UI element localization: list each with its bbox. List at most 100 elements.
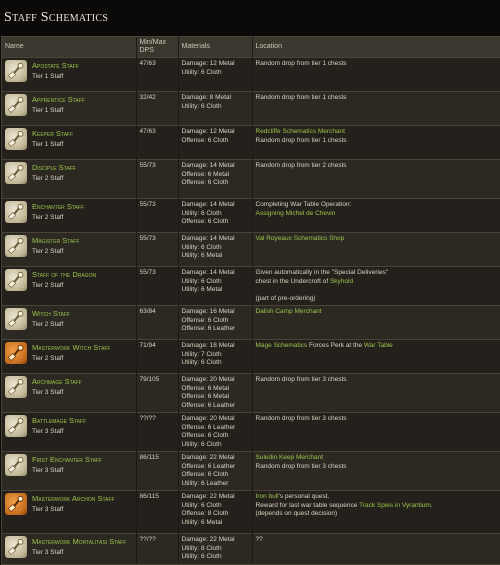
location-line: Given automatically in the "Special Deli… <box>256 269 497 278</box>
materials-cell: Damage: 8 Metal Utility: 6 Cloth <box>178 91 253 126</box>
location-text: Completing War Table Operation: <box>255 201 352 208</box>
item-name-link[interactable]: Battlemage Staff <box>32 416 86 425</box>
location-line: Dalish Camp Merchant <box>256 308 497 317</box>
location-line: Random drop from tier 3 chests <box>256 415 497 424</box>
item-name-link[interactable]: Apostate Staff <box>32 61 79 70</box>
materials-cell: Damage: 14 Metal Utility: 6 Cloth Offense:… <box>178 198 253 233</box>
material-line: Utility: 6 Metal <box>181 286 223 293</box>
dps-header-line2: DPS <box>139 47 154 54</box>
location-text: Random drop from tier 3 chests <box>255 415 347 422</box>
material-line: Damage: 20 Metal <box>181 376 235 383</box>
schematics-table: Name Min/Max DPS Materials Location Apost… <box>2 37 500 564</box>
table-row: Archmage Staff Tier 3 Staff 79/105 Damage: … <box>2 373 500 413</box>
materials-cell: Damage: 22 Metal Offense: 6 Leather Offens… <box>178 451 253 491</box>
location-link[interactable]: Track Spies in Vyrantium <box>359 502 431 509</box>
table-row: First Enchanter Staff Tier 3 Staff 86/115 D… <box>2 451 500 491</box>
material-line: Offense: 6 Leather <box>181 423 236 431</box>
location-line: Random drop from tier 2 chests <box>256 162 497 171</box>
item-name-link[interactable]: Staff of the Dragon <box>32 270 96 279</box>
location-cell: Random drop from tier 1 chests <box>252 91 500 126</box>
location-link[interactable]: Iron bull <box>256 493 279 500</box>
location-cell: Random drop from tier 1 chests <box>252 57 500 92</box>
dps-cell: 63/84 <box>136 305 179 340</box>
item-name-link[interactable]: Archmage Staff <box>32 377 82 386</box>
location-link[interactable]: Suledin Keep Merchant <box>256 454 324 461</box>
location-text: Random drop from tier 2 chests <box>255 162 347 169</box>
table-row: Keeper Staff Tier 1 Staff 47/63 Damage: 12 … <box>2 125 500 160</box>
location-link[interactable]: Dalish Camp Merchant <box>256 308 322 315</box>
name-cell: Keeper Staff Tier 1 Staff <box>2 125 137 160</box>
item-name-link[interactable]: Keeper Staff <box>32 129 73 138</box>
location-line: Random drop from tier 3 chests <box>256 463 497 472</box>
table-row: Apostate Staff Tier 1 Staff 47/63 Damage: 1… <box>2 57 500 92</box>
item-tier: Tier 2 Staff <box>32 281 64 289</box>
name-cell: Apostate Staff Tier 1 Staff <box>2 57 137 92</box>
location-line: ?? <box>256 536 497 545</box>
location-link[interactable]: Skyhold <box>330 278 353 285</box>
column-header-dps[interactable]: Min/Max DPS <box>136 37 179 58</box>
staff-icon <box>5 269 27 291</box>
item-tier: Tier 1 Staff <box>32 72 64 80</box>
item-name-link[interactable]: Masterwork Witch Staff <box>32 343 110 352</box>
location-text: chest in the Undercroft of <box>255 277 330 285</box>
masterwork-staff-icon <box>5 493 27 515</box>
location-link[interactable]: Val Royeaux Schematics Shop <box>256 235 345 242</box>
material-line: Offense: 6 Cloth <box>181 471 229 478</box>
item-name-link[interactable]: Masterwork Mortalitasi Staff <box>32 537 126 546</box>
table-row: Disciple Staff Tier 2 Staff 55/73 Damage: 1… <box>2 159 500 199</box>
material-line: Damage: 14 Metal <box>181 162 235 169</box>
item-name-link[interactable]: Witch Staff <box>32 309 70 318</box>
item-name-link[interactable]: Apprentice Staff <box>32 95 85 104</box>
name-cell: First Enchanter Staff Tier 3 Staff <box>2 451 137 491</box>
item-name-link[interactable]: Enchanter Staff <box>32 202 84 211</box>
location-text: Given automatically in the "Special Deli… <box>255 269 389 276</box>
masterwork-staff-icon <box>5 342 27 364</box>
location-text: Forces Perk at the <box>307 342 364 349</box>
location-cell: Random drop from tier 3 chests <box>252 373 500 413</box>
material-line: Utility: 6 Leather <box>181 479 229 487</box>
material-line: Damage: 22 Metal <box>181 454 235 461</box>
dps-cell: 32/42 <box>136 91 179 126</box>
dps-cell: ??/?? <box>136 533 179 564</box>
materials-cell: Damage: 12 Metal Utility: 6 Cloth <box>178 57 253 92</box>
material-line: Damage: 16 Metal <box>181 308 235 315</box>
location-line: Random drop from tier 1 chests <box>256 60 497 69</box>
column-header-materials[interactable]: Materials <box>178 37 253 58</box>
material-line: Damage: 22 Metal <box>181 493 235 500</box>
location-text: Random drop from tier 3 chests <box>255 376 347 383</box>
location-line: chest in the Undercroft of Skyhold <box>256 278 497 287</box>
item-name-link[interactable]: Disciple Staff <box>32 163 76 172</box>
name-cell: Battlemage Staff Tier 3 Staff <box>2 412 137 452</box>
staff-icon <box>5 128 27 150</box>
location-link[interactable]: Redcliffe Schematics Merchant <box>256 128 345 135</box>
location-link[interactable]: Mage Schematics <box>256 342 308 349</box>
name-cell: Apprentice Staff Tier 1 Staff <box>2 91 137 126</box>
material-line: Offense: 6 Cloth <box>181 136 229 144</box>
staff-icon <box>5 94 27 116</box>
location-line: Suledin Keep Merchant <box>256 454 497 463</box>
location-line: Random drop from tier 1 chests <box>256 137 497 146</box>
location-line: Random drop from tier 1 chests <box>256 94 497 103</box>
item-name-link[interactable]: First Enchanter Staff <box>32 455 102 464</box>
materials-cell: Damage: 18 Metal Utility: 7 Cloth Utility:… <box>178 339 253 374</box>
material-line: Utility: 6 Cloth <box>181 359 222 366</box>
column-header-location[interactable]: Location <box>252 37 500 58</box>
location-link[interactable]: Assigning Michel de Chevin <box>256 210 336 217</box>
dps-cell: 79/105 <box>136 373 179 413</box>
location-link[interactable]: War Table <box>364 342 393 349</box>
material-line: Utility: 6 Metal <box>181 252 223 259</box>
material-line: Damage: 14 Metal <box>181 269 235 276</box>
location-text: 's personal quest. <box>278 493 330 500</box>
location-line: Reward for last war table sequence Track… <box>256 502 497 511</box>
item-tier: Tier 2 Staff <box>32 174 64 182</box>
column-header-name[interactable]: Name <box>2 37 137 58</box>
location-line: Iron bull's personal quest. <box>256 493 497 502</box>
item-name-link[interactable]: Magister Staff <box>32 236 79 245</box>
item-name-link[interactable]: Masterwork Archon Staff <box>32 494 115 503</box>
item-tier: Tier 1 Staff <box>32 140 64 148</box>
location-text: Random drop from tier 1 chests <box>255 60 347 67</box>
material-line: Offense: 6 Cloth <box>181 432 229 439</box>
material-line: Offense: 6 Cloth <box>181 316 229 324</box>
location-cell: Dalish Camp Merchant <box>252 305 500 340</box>
item-tier: Tier 3 Staff <box>32 388 64 396</box>
